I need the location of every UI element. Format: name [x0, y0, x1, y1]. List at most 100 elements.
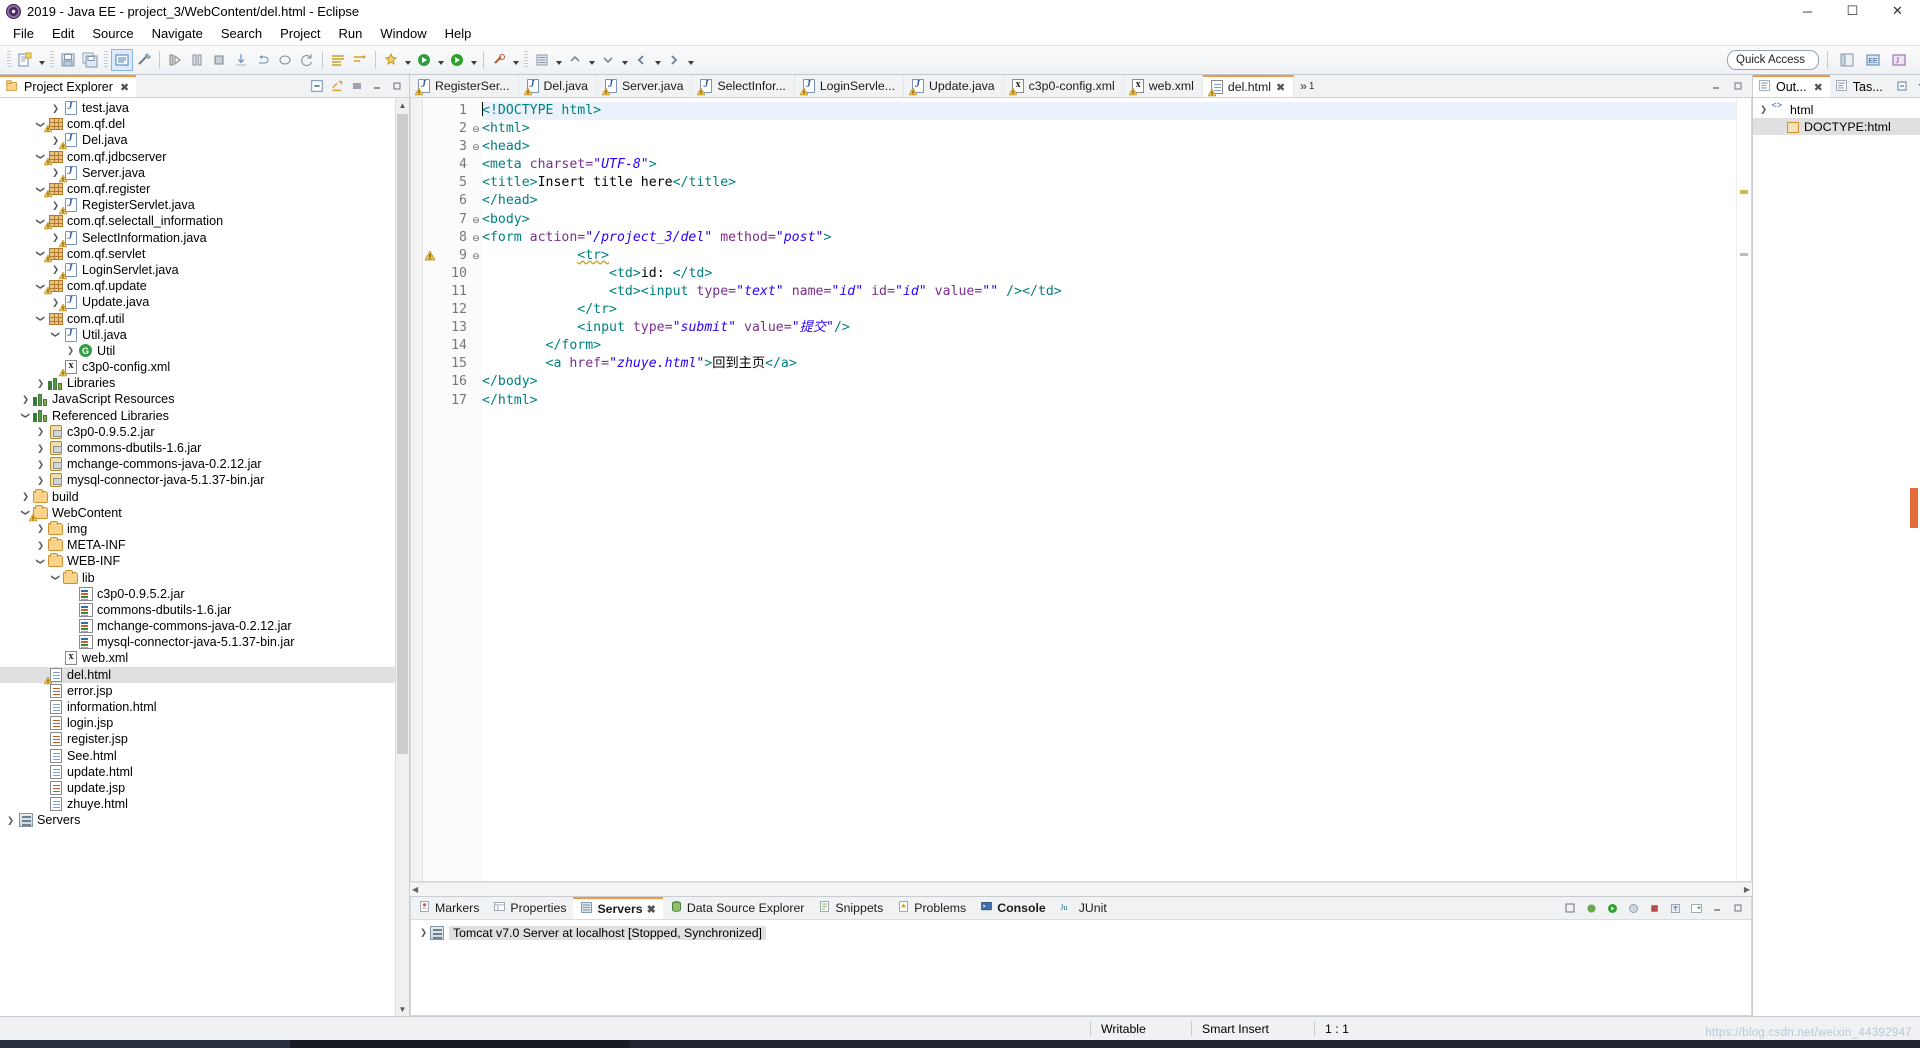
outline-item-html[interactable]: ❯ html: [1753, 100, 1920, 118]
expand-arrow-icon[interactable]: [34, 540, 47, 551]
expand-arrow-icon[interactable]: [34, 475, 47, 486]
close-icon[interactable]: ✖: [1276, 81, 1285, 94]
code-line[interactable]: <html>: [482, 120, 1736, 138]
menu-file[interactable]: File: [4, 24, 43, 43]
editor-tab-del-java[interactable]: Del.java: [519, 75, 597, 97]
menu-edit[interactable]: Edit: [43, 24, 83, 43]
expand-arrow-icon[interactable]: ❯: [417, 927, 430, 938]
new-java-class-dropdown-icon[interactable]: [402, 49, 413, 71]
menu-project[interactable]: Project: [271, 24, 329, 43]
tree-item-mysql-connector-java-5-1-37-bin-jar[interactable]: mysql-connector-java-5.1.37-bin.jar: [0, 472, 409, 488]
tree-item-util[interactable]: GUtil: [0, 343, 409, 359]
tree-item-zhuye-html[interactable]: zhuye.html: [0, 796, 409, 812]
close-icon[interactable]: ✖: [647, 903, 656, 916]
scrollbar-thumb[interactable]: [397, 114, 408, 754]
view-menu-icon[interactable]: [1562, 900, 1578, 916]
expand-arrow-icon[interactable]: [34, 523, 47, 534]
step-into-icon[interactable]: [230, 49, 252, 71]
folding-ruler[interactable]: ⊖ ⊖ ⊖ ⊖ ⊖: [470, 98, 482, 881]
scroll-down-icon[interactable]: ▼: [396, 1002, 409, 1016]
fold-marker[interactable]: [470, 392, 482, 410]
editor-tab-registerser-[interactable]: RegisterSer...: [410, 75, 519, 97]
debug-dropdown-icon[interactable]: [435, 49, 446, 71]
tree-item-com-qf-util[interactable]: com.qf.util: [0, 310, 409, 326]
fold-marker[interactable]: [470, 301, 482, 319]
code-line[interactable]: <td>id: </td>: [482, 265, 1736, 283]
tree-item-c3p0-config-xml[interactable]: c3p0-config.xml: [0, 359, 409, 377]
bottom-tab-junit[interactable]: Ju JUnit: [1053, 897, 1114, 919]
expand-arrow-icon[interactable]: [34, 426, 47, 437]
code-line[interactable]: </tr>: [482, 301, 1736, 319]
bottom-tab-snippets[interactable]: Snippets: [811, 897, 890, 919]
overview-warning-marker[interactable]: [1740, 190, 1748, 194]
tree-item-com-qf-jdbcserver[interactable]: com.qf.jdbcserver: [0, 149, 409, 165]
editor-tab-server-java[interactable]: Server.java: [597, 75, 693, 97]
code-line[interactable]: <td><input type="text" name="id" id="id"…: [482, 283, 1736, 301]
start-server-icon[interactable]: [1604, 900, 1620, 916]
toolbar-grip-2[interactable]: [50, 51, 54, 69]
tree-item-see-html[interactable]: See.html: [0, 748, 409, 764]
expand-arrow-icon[interactable]: [19, 394, 32, 405]
bottom-tab-console[interactable]: Console: [973, 897, 1053, 919]
fold-marker[interactable]: [470, 265, 482, 283]
fold-marker[interactable]: ⊖: [470, 247, 482, 265]
menu-source[interactable]: Source: [83, 24, 142, 43]
new-wizard-dropdown-icon[interactable]: [36, 49, 47, 71]
editor-tab-c3p0-config-xml[interactable]: c3p0-config.xml: [1004, 75, 1124, 97]
tree-item-meta-inf[interactable]: META-INF: [0, 537, 409, 553]
quick-fix-icon[interactable]: [133, 49, 155, 71]
collapse-arrow-icon[interactable]: [34, 313, 47, 324]
tree-item-commons-dbutils-1-6-jar[interactable]: commons-dbutils-1.6.jar: [0, 602, 409, 618]
java-ee-perspective-icon[interactable]: EE: [1862, 49, 1884, 71]
outline-tab-tas-[interactable]: Tas...: [1829, 75, 1890, 97]
tree-item-error-jsp[interactable]: error.jsp: [0, 683, 409, 699]
collapse-all-icon[interactable]: [309, 78, 325, 94]
scroll-left-icon[interactable]: ◀: [412, 885, 418, 894]
new-java-class-icon[interactable]: [380, 49, 402, 71]
tree-item-libraries[interactable]: Libraries: [0, 375, 409, 391]
fold-marker[interactable]: [470, 192, 482, 210]
drop-to-frame-icon[interactable]: [274, 49, 296, 71]
tree-item-web-inf[interactable]: WEB-INF: [0, 553, 409, 569]
code-line[interactable]: <title>Insert title here</title>: [482, 174, 1736, 192]
menu-search[interactable]: Search: [212, 24, 271, 43]
toggle-comment-icon[interactable]: [111, 49, 133, 71]
collapse-arrow-icon[interactable]: [49, 572, 62, 583]
tree-item-mysql-connector-java-5-1-37-bin-jar[interactable]: mysql-connector-java-5.1.37-bin.jar: [0, 634, 409, 650]
code-line[interactable]: <!DOCTYPE html>: [482, 102, 1736, 121]
tree-item-register-jsp[interactable]: register.jsp: [0, 731, 409, 747]
code-line[interactable]: </html>: [482, 392, 1736, 410]
link-with-editor-icon[interactable]: [329, 78, 345, 94]
tree-item-commons-dbutils-1-6-jar[interactable]: commons-dbutils-1.6.jar: [0, 440, 409, 456]
save-icon[interactable]: [57, 49, 79, 71]
collapse-arrow-icon[interactable]: [34, 556, 47, 567]
editor-tab-update-java[interactable]: Update.java: [904, 75, 1004, 97]
new-server-dropdown-icon[interactable]: [553, 49, 564, 71]
tree-item-com-qf-update[interactable]: com.qf.update: [0, 278, 409, 295]
expand-arrow-icon[interactable]: [49, 103, 62, 114]
profile-server-icon[interactable]: [1625, 900, 1641, 916]
code-line[interactable]: <tr>: [482, 247, 1736, 265]
tree-item-mchange-commons-java-0-2-12-jar[interactable]: mchange-commons-java-0.2.12.jar: [0, 618, 409, 634]
collapse-arrow-icon[interactable]: [49, 329, 62, 340]
overview-marker[interactable]: [1740, 253, 1748, 256]
tree-item-webcontent[interactable]: WebContent: [0, 504, 409, 522]
bottom-tab-servers[interactable]: Servers ✖: [573, 897, 663, 919]
tree-item-javascript-resources[interactable]: JavaScript Resources: [0, 391, 409, 407]
expand-arrow-icon[interactable]: [34, 443, 47, 454]
code-line[interactable]: <meta charset="UTF-8">: [482, 156, 1736, 174]
close-icon[interactable]: ✖: [1814, 81, 1823, 94]
run-icon[interactable]: [446, 49, 468, 71]
tree-item-com-qf-servlet[interactable]: com.qf.servlet: [0, 246, 409, 263]
editor-tab-web-xml[interactable]: web.xml: [1124, 75, 1203, 97]
tree-item-login-jsp[interactable]: login.jsp: [0, 715, 409, 731]
expand-arrow-icon[interactable]: [34, 459, 47, 470]
editor-tab-selectinfor-[interactable]: SelectInfor...: [692, 75, 795, 97]
bottom-tab-markers[interactable]: Markers: [411, 897, 486, 919]
maximize-icon[interactable]: [1730, 78, 1746, 94]
back-dropdown-icon[interactable]: [652, 49, 663, 71]
status-insert-mode[interactable]: Smart Insert: [1192, 1017, 1314, 1041]
fold-marker[interactable]: [470, 355, 482, 373]
tree-item-mchange-commons-java-0-2-12-jar[interactable]: mchange-commons-java-0.2.12.jar: [0, 456, 409, 472]
fold-marker[interactable]: [470, 283, 482, 301]
